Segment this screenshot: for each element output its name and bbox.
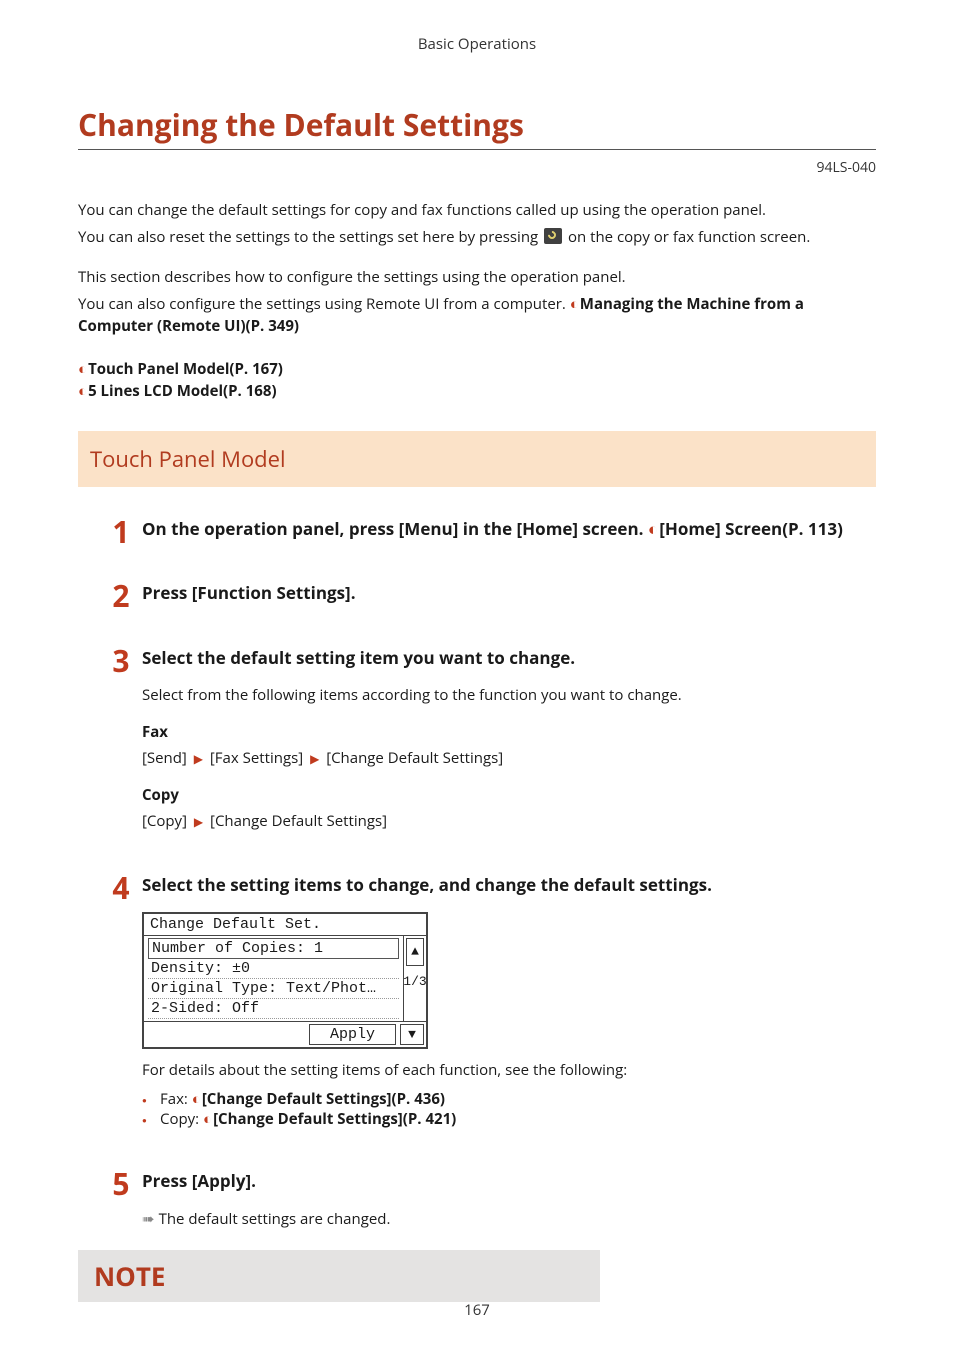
step-5: 5 Press [Apply]. ➠The default settings a… (108, 1169, 876, 1230)
step4-text: Select the setting items to change, and … (142, 873, 876, 898)
toc-item-touch-panel[interactable]: ◐Touch Panel Model(P. 167) (78, 358, 876, 381)
step-number: 3 (108, 640, 134, 681)
step3-text: Select the default setting item you want… (142, 646, 876, 671)
panel-title: Change Default Set. (144, 914, 426, 936)
panel-row[interactable]: 2-Sided: Off (148, 999, 399, 1019)
link-bullet-icon: ◐ (570, 294, 579, 314)
chevron-right-icon: ▶ (194, 813, 203, 830)
intro-p2a: You can also reset the settings to the s… (78, 227, 542, 247)
bullet-fax: Fax: ◐[Change Default Settings](P. 436) (160, 1089, 876, 1109)
result-arrow-icon: ➠ (142, 1209, 155, 1229)
page-number: 167 (0, 1300, 954, 1320)
step3-lead: Select from the following items accordin… (142, 684, 876, 707)
page-title: Changing the Default Settings (78, 104, 876, 150)
step-3: 3 Select the default setting item you wa… (108, 646, 876, 833)
section-heading: Touch Panel Model (78, 431, 876, 487)
scroll-up-button[interactable]: ▲ (406, 938, 424, 966)
page-indicator: 1/3 (404, 968, 426, 994)
step4-details: For details about the setting items of e… (142, 1059, 876, 1082)
step-4: 4 Select the setting items to change, an… (108, 873, 876, 1129)
copy-label: Copy (142, 784, 876, 807)
step-number: 1 (108, 511, 134, 552)
header-category: Basic Operations (78, 34, 876, 54)
lcd-panel: Change Default Set. Number of Copies: 1 … (142, 912, 428, 1049)
note-heading: NOTE (78, 1250, 600, 1302)
link-bullet-icon: ◐ (78, 381, 87, 401)
fax-default-link[interactable]: [Change Default Settings](P. 436) (202, 1089, 445, 1109)
link-bullet-icon: ◐ (203, 1109, 212, 1129)
intro-p2b: on the copy or fax function screen. (564, 227, 810, 247)
panel-row[interactable]: Original Type: Text/Phot… (148, 979, 399, 999)
step5-result: The default settings are changed. (159, 1209, 391, 1229)
intro-p1: You can change the default settings for … (78, 199, 876, 222)
intro-p2: You can also reset the settings to the s… (78, 226, 876, 249)
copy-path: [Copy] ▶ [Change Default Settings] (142, 810, 876, 833)
link-bullet-icon: ◐ (192, 1089, 201, 1109)
home-screen-link[interactable]: [Home] Screen(P. 113) (659, 517, 843, 540)
intro-p4a: You can also configure the settings usin… (78, 294, 570, 314)
chevron-right-icon: ▶ (310, 750, 319, 767)
step-2: 2 Press [Function Settings]. (108, 581, 876, 606)
step-number: 2 (108, 575, 134, 616)
fax-label: Fax (142, 721, 876, 744)
link-bullet-icon: ◐ (648, 517, 658, 540)
apply-button[interactable]: Apply (309, 1024, 396, 1045)
scroll-down-button[interactable]: ▼ (400, 1024, 424, 1045)
link-bullet-icon: ◐ (78, 359, 87, 379)
step-number: 4 (108, 867, 134, 908)
copy-default-link[interactable]: [Change Default Settings](P. 421) (213, 1109, 456, 1129)
step5-text: Press [Apply]. (142, 1169, 876, 1194)
step-1: 1 On the operation panel, press [Menu] i… (108, 517, 876, 542)
step2-text: Press [Function Settings]. (142, 581, 876, 606)
panel-row[interactable]: Density: ±0 (148, 959, 399, 979)
reset-icon (544, 228, 562, 244)
panel-row[interactable]: Number of Copies: 1 (148, 938, 399, 959)
intro-p3: This section describes how to configure … (78, 266, 876, 289)
toc-item-5-lines-lcd[interactable]: ◐5 Lines LCD Model(P. 168) (78, 380, 876, 403)
step-number: 5 (108, 1163, 134, 1204)
chevron-right-icon: ▶ (194, 750, 203, 767)
bullet-copy: Copy: ◐[Change Default Settings](P. 421) (160, 1109, 876, 1129)
fax-path: [Send] ▶ [Fax Settings] ▶ [Change Defaul… (142, 747, 876, 770)
document-id: 94LS-040 (78, 158, 876, 177)
intro-p4: You can also configure the settings usin… (78, 293, 876, 338)
step1-text: On the operation panel, press [Menu] in … (142, 517, 648, 540)
